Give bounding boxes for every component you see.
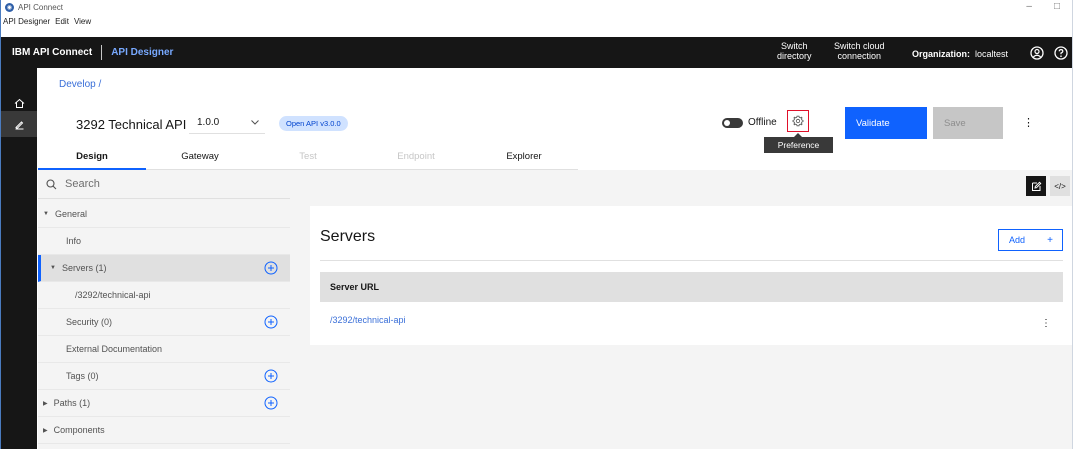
switch-directory-line1: Switch (781, 41, 808, 51)
menu-view[interactable]: View (74, 17, 91, 26)
window-titlebar: ◉ API Connect – □ (1, 0, 1072, 15)
nav-item-label: General (54, 209, 87, 219)
switch-cloud-connection-button[interactable]: Switch cloud connection (834, 41, 885, 61)
nav-item-security[interactable]: Security (0) (38, 309, 290, 336)
add-tag-icon[interactable] (264, 369, 278, 383)
nav-item-paths[interactable]: ▶ Paths (1) (38, 390, 290, 417)
edit-icon (14, 120, 23, 129)
nav-item-servers[interactable]: ▼ Servers (1) (38, 255, 290, 282)
nav-item-label: Paths (1) (53, 398, 91, 408)
version-value: 1.0.0 (197, 117, 220, 128)
card-divider (320, 260, 1063, 261)
search-field[interactable]: Search (38, 170, 290, 199)
nav-item-label: Security (0) (66, 317, 113, 327)
offline-label: Offline (748, 117, 777, 128)
tab-test: Test (254, 148, 362, 170)
row-overflow-menu-icon[interactable]: ⋮ (1041, 318, 1051, 329)
plus-icon: + (1047, 234, 1053, 246)
search-icon (46, 178, 57, 190)
edit-icon (1031, 181, 1041, 191)
switch-cloud-line1: Switch cloud (834, 41, 885, 51)
tab-explorer[interactable]: Explorer (470, 148, 578, 170)
maximize-button[interactable]: □ (1054, 1, 1060, 12)
save-button[interactable]: Save (933, 107, 1003, 139)
nav-item-info[interactable]: Info (38, 228, 290, 255)
validate-button[interactable]: Validate (845, 107, 927, 139)
caret-right-icon: ▶ (43, 427, 48, 434)
brand-divider (101, 45, 103, 60)
add-button-label: Add (1009, 235, 1026, 245)
window-controls: – □ (1026, 1, 1060, 12)
nav-item-external-docs[interactable]: External Documentation (38, 336, 290, 363)
menu-api-designer[interactable]: API Designer (3, 17, 50, 26)
breadcrumb[interactable]: Develop / (59, 79, 101, 90)
api-title: 3292 Technical API (76, 117, 187, 132)
preference-tooltip: Preference (764, 133, 833, 153)
source-view-button[interactable]: </> (1050, 176, 1070, 196)
search-placeholder: Search (65, 178, 100, 190)
toggle-knob (724, 120, 730, 126)
top-header: IBM API Connect API Designer Switch dire… (1, 37, 1072, 68)
nav-item-label: Servers (1) (61, 263, 107, 273)
add-security-icon[interactable] (264, 315, 278, 329)
switch-directory-line2: directory (777, 51, 812, 61)
nav-item-components[interactable]: ▶ Components (38, 417, 290, 444)
tab-gateway[interactable]: Gateway (146, 148, 254, 170)
nav-item-label: External Documentation (66, 344, 163, 354)
overflow-menu-icon[interactable]: ⋮ (1023, 116, 1034, 129)
caret-right-icon: ▶ (43, 400, 48, 407)
left-rail (1, 68, 37, 449)
caret-down-icon: ▼ (50, 265, 56, 271)
table-row[interactable]: /3292/technical-api (320, 305, 1063, 335)
switch-cloud-line2: connection (837, 51, 882, 61)
product-name[interactable]: API Designer (111, 47, 173, 58)
servers-title: Servers (320, 228, 376, 245)
nav-item-general[interactable]: ▼ General (38, 201, 290, 228)
nav-item-tags[interactable]: Tags (0) (38, 363, 290, 390)
offline-toggle[interactable] (722, 118, 743, 128)
nav-item-label: /3292/technical-api (75, 290, 151, 300)
column-header-server-url: Server URL (330, 282, 380, 292)
preference-button[interactable] (787, 110, 809, 132)
nav-item-server-url[interactable]: /3292/technical-api (38, 282, 290, 309)
tab-endpoint: Endpoint (362, 148, 470, 170)
design-nav-panel: Search ▼ General Info ▼ Servers (1) /329… (38, 170, 290, 449)
editor-tabs: Design Gateway Test Endpoint Explorer (38, 148, 578, 170)
add-server-button[interactable]: Add + (998, 229, 1063, 251)
home-icon (14, 98, 24, 108)
nav-item-label: Tags (0) (66, 371, 99, 381)
organization-label: Organization: (912, 49, 970, 59)
minimize-button[interactable]: – (1026, 1, 1032, 12)
version-select[interactable]: 1.0.0 (189, 112, 265, 134)
add-path-icon[interactable] (264, 396, 278, 410)
add-server-icon[interactable] (264, 261, 278, 275)
nav-item-label: Info (66, 236, 82, 246)
menu-edit[interactable]: Edit (55, 17, 69, 26)
chevron-down-icon (251, 118, 259, 127)
table-header: Server URL (320, 272, 1063, 302)
help-icon[interactable] (1054, 46, 1068, 60)
app-window: ◉ API Connect – □ API Designer Edit View… (0, 0, 1073, 449)
caret-down-icon: ▼ (43, 211, 49, 217)
tab-design[interactable]: Design (38, 148, 146, 170)
brand-name: IBM API Connect (12, 47, 93, 58)
openapi-version-tag: Open API v3.0.0 (279, 116, 348, 131)
user-icon[interactable] (1030, 46, 1044, 60)
gear-icon (792, 115, 804, 127)
window-title: API Connect (18, 3, 63, 12)
nav-item-label: Components (53, 425, 105, 435)
organization-value[interactable]: localtest (975, 49, 1008, 59)
server-url-link[interactable]: /3292/technical-api (330, 315, 406, 325)
switch-directory-button[interactable]: Switch directory (777, 41, 812, 61)
form-view-button[interactable] (1026, 176, 1046, 196)
app-icon: ◉ (5, 3, 14, 12)
menubar: API Designer Edit View (1, 15, 1072, 28)
develop-button[interactable] (1, 111, 37, 137)
